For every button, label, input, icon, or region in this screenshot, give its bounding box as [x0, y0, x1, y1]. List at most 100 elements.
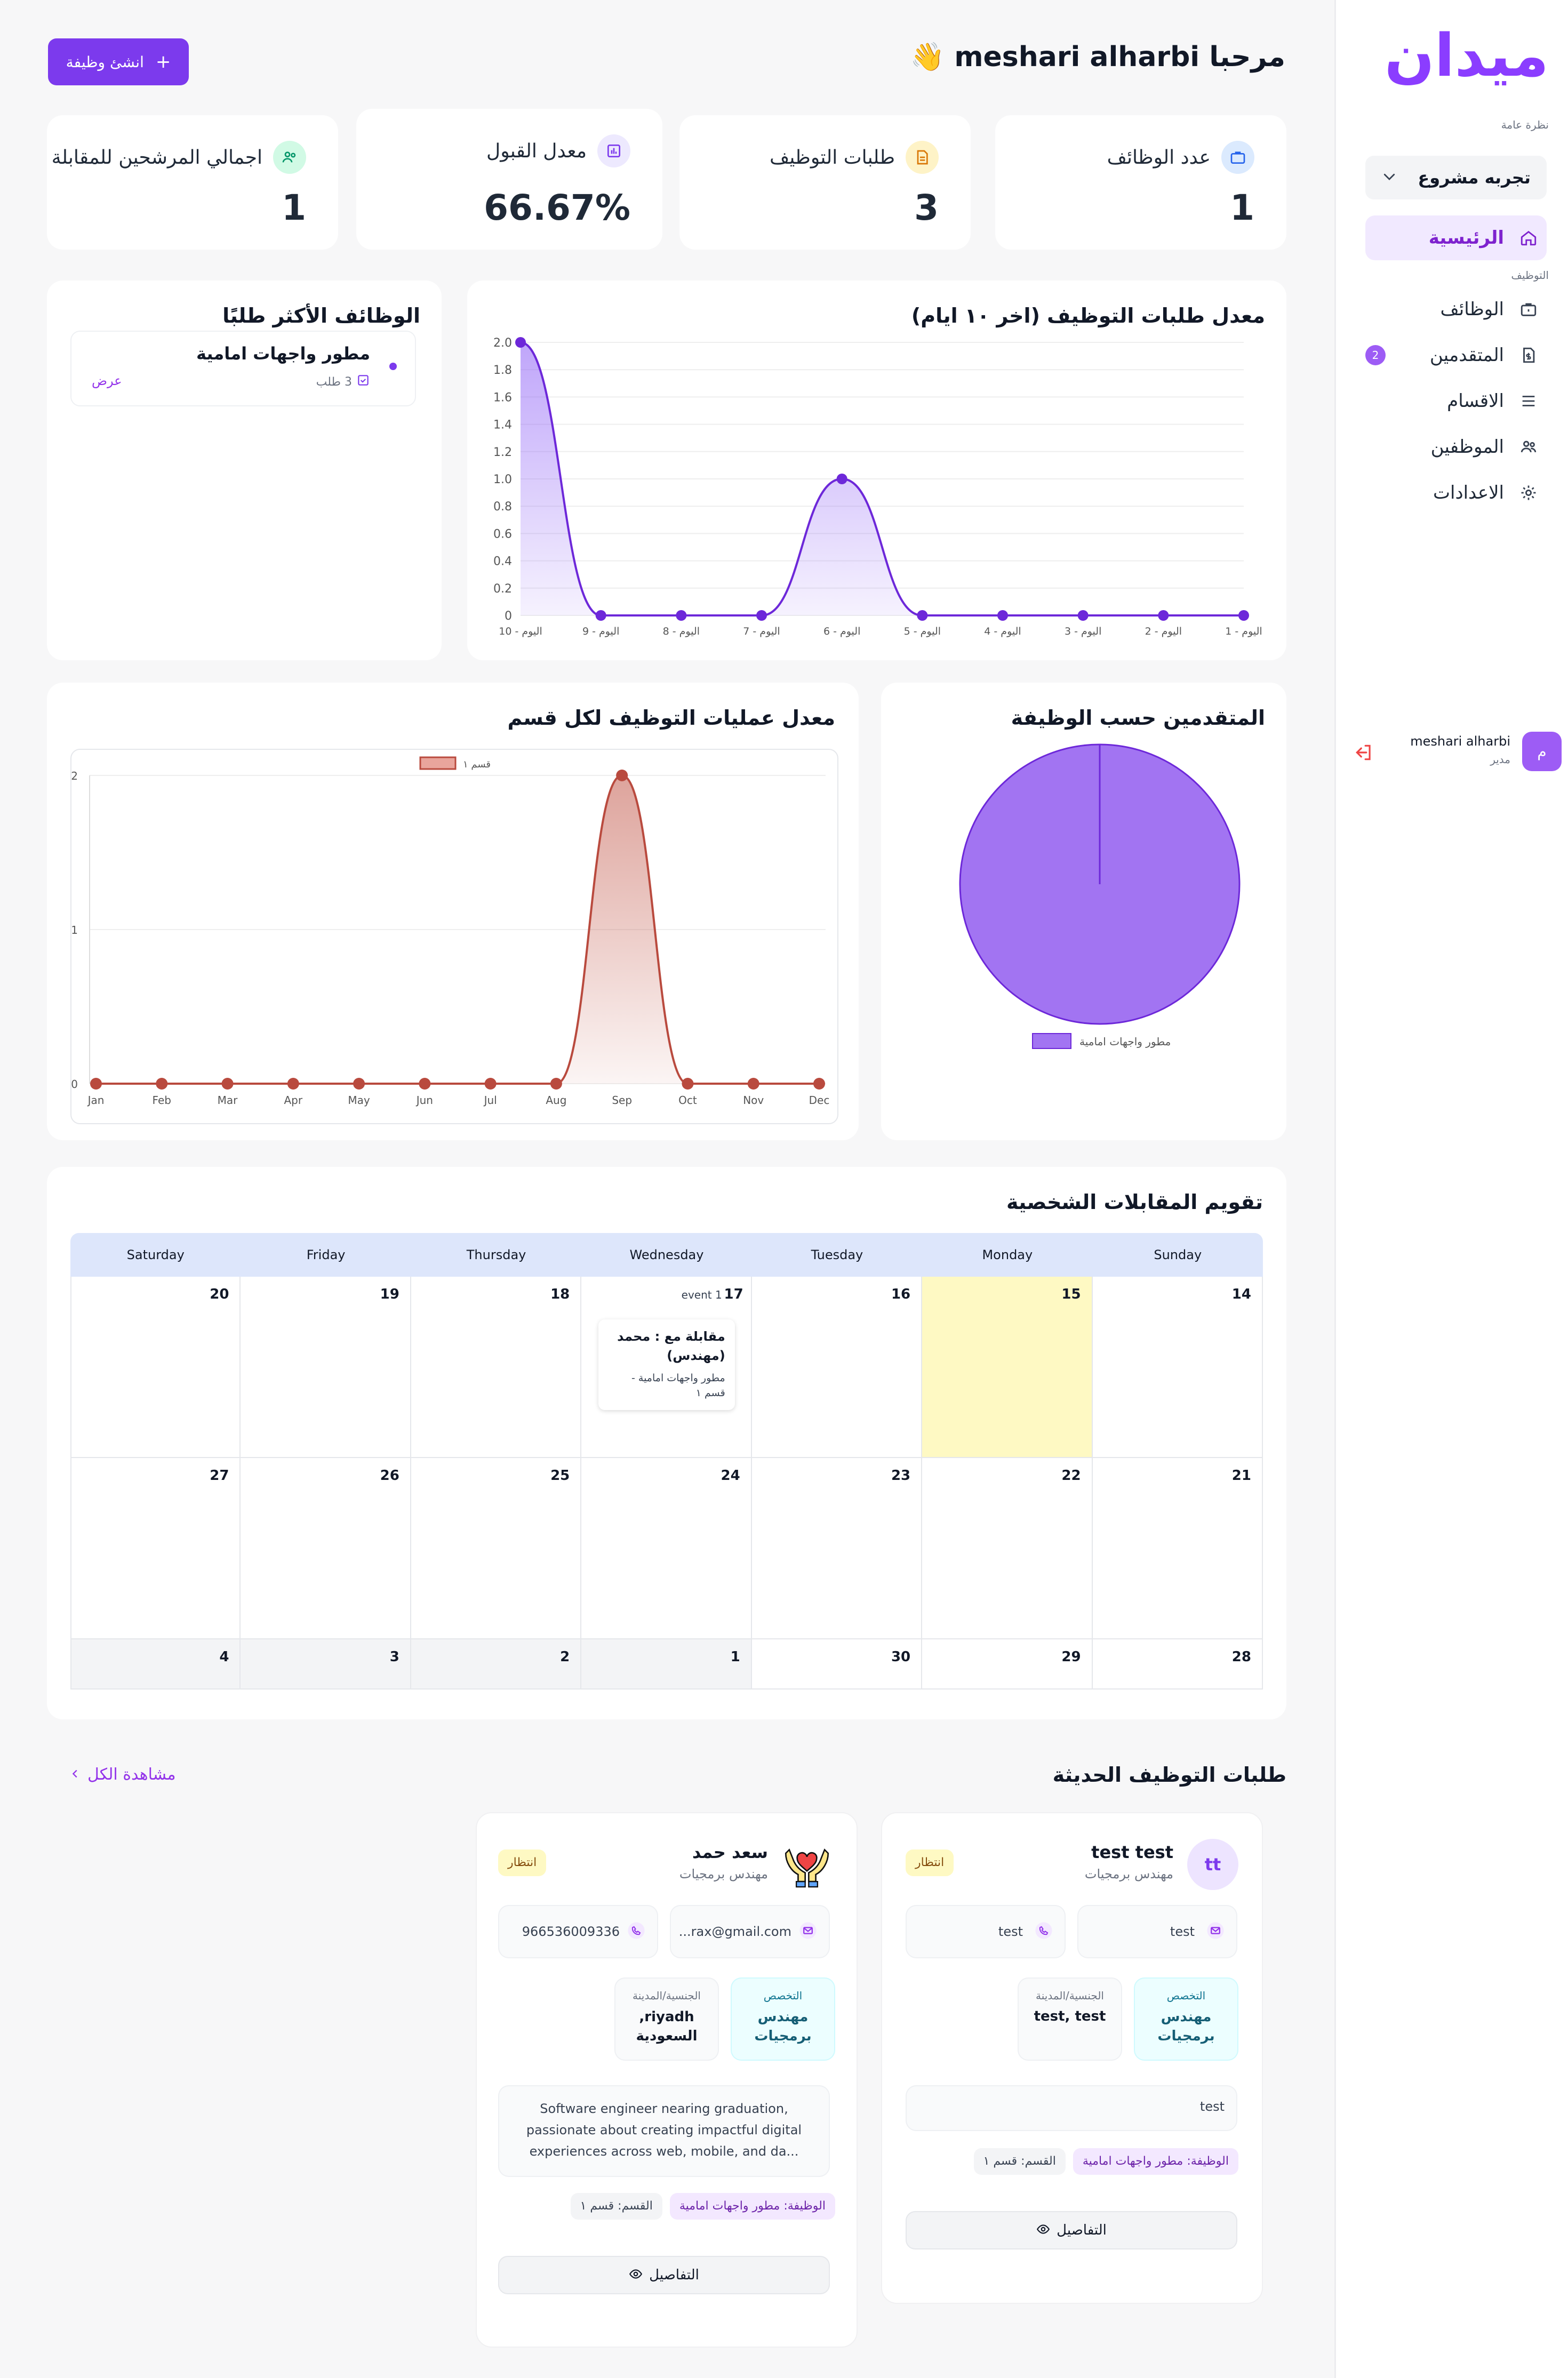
specialization-label: التخصص — [1166, 1989, 1206, 2002]
data-point — [1158, 610, 1169, 621]
sidebar-item-employees[interactable]: الموظفين — [1365, 425, 1547, 469]
data-point — [836, 474, 847, 484]
y-tick-label: 0.8 — [493, 500, 512, 514]
details-button[interactable]: التفاصيل — [906, 2211, 1237, 2249]
details-button[interactable]: التفاصيل — [498, 2256, 830, 2294]
calendar-day-header: Thursday — [466, 1247, 526, 1262]
sidebar-item-home[interactable]: الرئيسية — [1365, 215, 1547, 260]
applicant-role: مهندس برمجيات — [679, 1867, 768, 1881]
calendar-day-cell[interactable]: 20 — [70, 1277, 241, 1458]
avatar[interactable]: م — [1522, 732, 1562, 771]
data-point — [747, 1078, 759, 1090]
calendar-day-cell[interactable]: 19 — [241, 1277, 411, 1458]
mail-icon — [799, 1921, 817, 1942]
create-job-label: انشئ وظيفة — [66, 53, 144, 71]
x-tick-label: May — [348, 1094, 370, 1107]
app-logo[interactable]: ميدان — [1385, 21, 1551, 90]
data-point — [1077, 610, 1089, 621]
calendar-day-cell[interactable]: 24 — [581, 1458, 752, 1639]
list-item[interactable]: مطور واجهات امامية 3 طلب عرض — [70, 331, 416, 406]
create-job-button[interactable]: + انشئ وظيفة — [48, 38, 189, 85]
applications-chart: 0 0.2 0.4 0.6 0.8 1.0 1.2 1.4 1.6 1.8 2.0 اليوم - 1… — [493, 337, 1262, 637]
x-tick-label: Dec — [809, 1094, 830, 1107]
calendar-day-cell[interactable]: 17 event 1 مقابلة مع : محمد (مهندس) مطور وا… — [581, 1277, 752, 1458]
calendar-day-header: Tuesday — [811, 1247, 863, 1262]
specialization-value: مهندس برمجيات — [754, 2009, 812, 2044]
calendar-day-number: 17 — [724, 1286, 743, 1302]
eye-icon — [1036, 2222, 1050, 2238]
nationality-label: الجنسية/المدينة — [1036, 1989, 1104, 2002]
list-icon — [1518, 390, 1539, 412]
x-tick-label: Oct — [678, 1094, 697, 1107]
top-jobs-card: الوظائف الأكثر طلبًا مطور واجهات امامية … — [47, 281, 442, 660]
heart-hands-icon — [785, 1848, 829, 1888]
sidebar-item-applicants[interactable]: المتقدمين 2 — [1365, 333, 1547, 378]
x-tick-label: اليوم - 7 — [743, 626, 780, 637]
view-job-link[interactable]: عرض — [92, 373, 122, 388]
calendar-day-number: 4 — [219, 1649, 229, 1665]
specialization-value: مهندس برمجيات — [1157, 2009, 1215, 2044]
bar-chart-icon — [597, 134, 630, 167]
legend-swatch — [419, 756, 457, 770]
application-card: tt test test مهندس برمجيات انتظار test t… — [881, 1812, 1263, 2304]
calendar-day-cell[interactable]: 28 — [1092, 1639, 1263, 1690]
calendar-day-cell[interactable]: 27 — [70, 1458, 241, 1639]
calendar-day-cell[interactable]: 3 — [241, 1639, 411, 1690]
tags-row: الوظيفة: مطور واجهات امامية القسم: قسم ١ — [973, 2148, 1238, 2175]
view-all-link[interactable]: مشاهدة الكل — [69, 1765, 176, 1784]
y-tick-label: 1.0 — [493, 473, 512, 486]
details-label: التفاصيل — [1057, 2222, 1107, 2238]
y-tick-label: 0.4 — [493, 555, 512, 569]
sidebar-item-departments[interactable]: الاقسام — [1365, 379, 1547, 423]
calendar-day-cell[interactable]: 30 — [751, 1639, 923, 1690]
sidebar-item-settings[interactable]: الاعدادات — [1365, 470, 1547, 515]
calendar-day-cell[interactable]: 4 — [70, 1639, 241, 1690]
email-field[interactable]: rax@gmail.com... — [670, 1905, 830, 1958]
data-point — [997, 610, 1008, 621]
data-point — [515, 337, 526, 348]
x-tick-label: اليوم - 10 — [499, 626, 542, 637]
logout-icon[interactable] — [1354, 742, 1374, 765]
dept-chart-card: معدل عمليات التوظيف لكل قسم 0 1 2 Jan Feb Mar… — [47, 683, 859, 1140]
stat-value: 1 — [1230, 187, 1254, 228]
legend-label: قسم ١ — [463, 759, 491, 770]
x-tick-label: Jul — [483, 1094, 497, 1107]
calendar-day-cell[interactable]: 1 — [581, 1639, 752, 1690]
calendar-day-cell[interactable]: 18 — [411, 1277, 582, 1458]
applicant-name: سعد حمد — [692, 1842, 768, 1862]
document-icon — [906, 141, 939, 174]
gear-icon — [1518, 482, 1539, 503]
sidebar-item-jobs[interactable]: الوظائف — [1365, 287, 1547, 332]
phone-field[interactable]: test — [906, 1905, 1066, 1958]
calendar-day-cell[interactable]: 23 — [751, 1458, 923, 1639]
job-applications-count: 3 طلب — [316, 373, 370, 390]
calendar-day-cell[interactable]: 15 — [922, 1277, 1093, 1458]
calendar-day-cell[interactable]: 22 — [922, 1458, 1093, 1639]
interview-event[interactable]: مقابلة مع : محمد (مهندس) مطور واجهات امام… — [598, 1319, 735, 1410]
phone-field[interactable]: 966536009336 — [498, 1905, 658, 1958]
home-icon — [1518, 227, 1539, 249]
users-icon — [273, 141, 306, 174]
calendar-day-cell[interactable]: 26 — [241, 1458, 411, 1639]
y-tick-label: 2.0 — [493, 337, 512, 350]
data-point — [353, 1078, 365, 1090]
calendar-day-number: 21 — [1231, 1468, 1251, 1484]
calendar-day-cell[interactable]: 21 — [1092, 1458, 1263, 1639]
calendar-day-cell[interactable]: 2 — [411, 1639, 582, 1690]
y-tick-label: 0 — [505, 610, 512, 623]
email-field[interactable]: test — [1077, 1905, 1237, 1958]
calendar-day-number: 24 — [721, 1468, 740, 1484]
calendar-day-number: 2 — [560, 1649, 570, 1665]
calendar-day-cell[interactable]: 29 — [922, 1639, 1093, 1690]
stat-card-applications: طلبات التوظيف 3 — [679, 115, 971, 250]
calendar-day-cell[interactable]: 25 — [411, 1458, 582, 1639]
x-tick-label: اليوم - 4 — [984, 626, 1021, 637]
job-count-label: 3 طلب — [316, 375, 352, 389]
project-select[interactable]: تجربه مشروع — [1365, 156, 1547, 199]
job-tag: الوظيفة: مطور واجهات امامية — [1073, 2148, 1238, 2175]
calendar-day-cell[interactable]: 16 — [751, 1277, 923, 1458]
calendar-title: تقويم المقابلات الشخصية — [1006, 1190, 1263, 1214]
bio-text: Software engineer nearing graduation, pa… — [526, 2101, 802, 2159]
user-name: meshari alharbi — [1410, 734, 1510, 749]
calendar-day-cell[interactable]: 14 — [1092, 1277, 1263, 1458]
